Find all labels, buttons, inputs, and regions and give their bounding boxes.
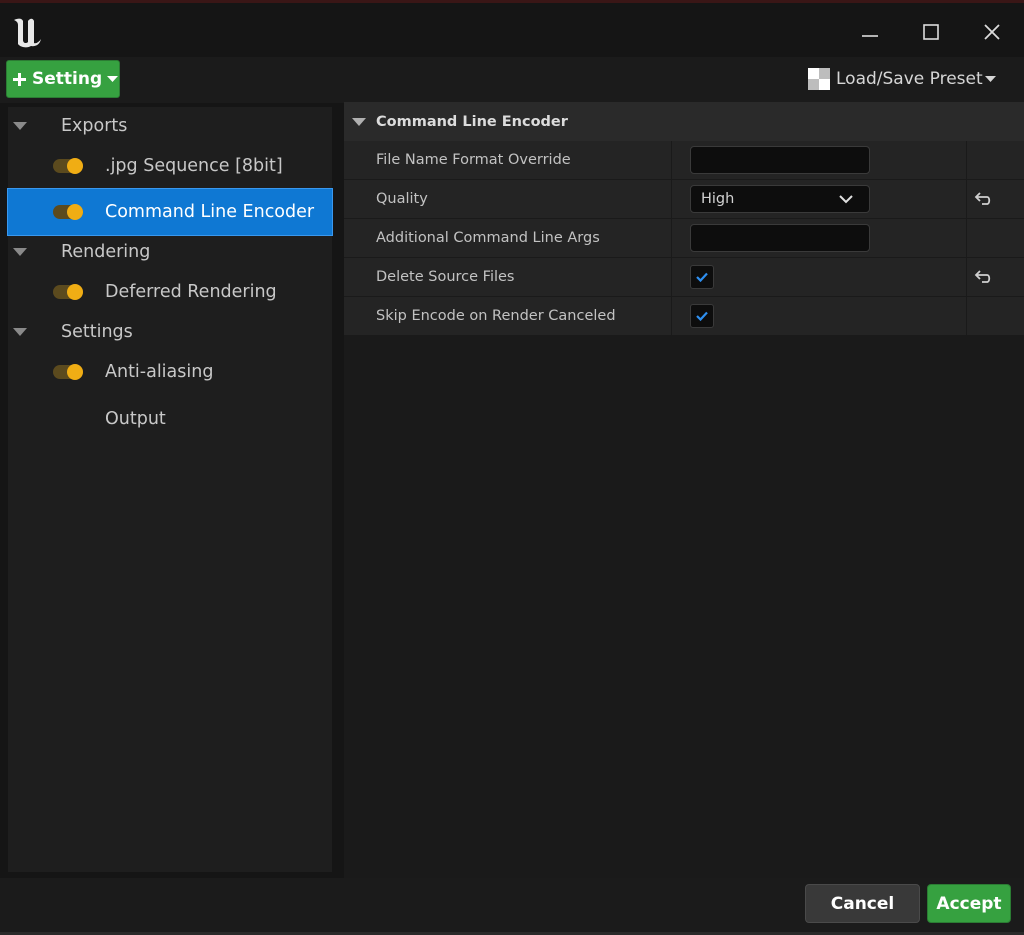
minimize-icon[interactable] xyxy=(855,17,885,47)
skip-encode-on-render-canceled-checkbox[interactable] xyxy=(690,304,714,328)
maximize-icon[interactable] xyxy=(916,17,946,47)
section-title: Command Line Encoder xyxy=(376,113,568,130)
toggle-knob xyxy=(67,364,83,380)
column-divider xyxy=(671,297,672,335)
expand-arrow-icon[interactable] xyxy=(13,122,27,130)
tree-item-jpg-sequence[interactable]: .jpg Sequence [8bit] xyxy=(8,143,332,189)
add-setting-label: Setting xyxy=(32,69,103,89)
quality-dropdown-value: High xyxy=(701,191,735,207)
property-row-file-name-format-override: File Name Format Override xyxy=(344,141,1024,180)
column-divider xyxy=(966,141,967,179)
reset-to-default-icon[interactable] xyxy=(972,189,994,209)
chevron-down-icon xyxy=(839,195,853,204)
settings-tree: Exports .jpg Sequence [8bit] Command Lin… xyxy=(7,107,333,872)
property-label: Quality xyxy=(376,191,428,207)
property-label: File Name Format Override xyxy=(376,152,571,168)
tree-item-label: Deferred Rendering xyxy=(105,282,277,302)
preset-label: Load/Save Preset xyxy=(836,69,983,89)
tree-item-label: .jpg Sequence [8bit] xyxy=(105,156,283,176)
details-panel: Command Line Encoder File Name Format Ov… xyxy=(344,102,1024,878)
reset-to-default-icon[interactable] xyxy=(972,267,994,287)
expand-arrow-icon[interactable] xyxy=(13,248,27,256)
tree-group-rendering[interactable]: Rendering xyxy=(8,233,332,271)
unreal-logo-icon xyxy=(9,13,47,51)
preset-checker-icon xyxy=(808,68,830,90)
column-divider xyxy=(966,180,967,218)
dialog-footer: Cancel Accept xyxy=(0,878,1024,935)
caret-down-icon xyxy=(107,76,119,82)
tree-item-command-line-encoder[interactable]: Command Line Encoder xyxy=(7,188,333,236)
title-bar xyxy=(0,3,1024,57)
delete-source-files-checkbox[interactable] xyxy=(690,265,714,289)
accept-button[interactable]: Accept xyxy=(927,884,1011,923)
property-label: Delete Source Files xyxy=(376,269,515,285)
property-label: Additional Command Line Args xyxy=(376,230,600,246)
property-row-delete-source-files: Delete Source Files xyxy=(344,258,1024,297)
tree-group-label: Rendering xyxy=(61,242,151,262)
property-label: Skip Encode on Render Canceled xyxy=(376,308,616,324)
enable-toggle[interactable] xyxy=(53,204,83,220)
column-divider xyxy=(966,219,967,257)
additional-command-line-args-input[interactable] xyxy=(690,224,870,252)
load-save-preset-button[interactable]: Load/Save Preset xyxy=(808,65,996,93)
tree-group-settings[interactable]: Settings xyxy=(8,313,332,351)
tree-item-output[interactable]: Output xyxy=(8,396,332,442)
collapse-arrow-icon[interactable] xyxy=(352,118,366,126)
file-name-format-override-input[interactable] xyxy=(690,146,870,174)
tree-item-label: Command Line Encoder xyxy=(105,202,315,222)
add-setting-button[interactable]: Setting xyxy=(6,60,120,98)
column-divider xyxy=(671,141,672,179)
enable-toggle[interactable] xyxy=(53,364,83,380)
toolbar: Setting Load/Save Preset xyxy=(0,57,1024,103)
column-divider xyxy=(671,258,672,296)
toggle-knob xyxy=(67,284,83,300)
quality-dropdown[interactable]: High xyxy=(690,185,870,213)
tree-group-label: Exports xyxy=(61,116,128,136)
property-row-quality: Quality High xyxy=(344,180,1024,219)
column-divider xyxy=(966,297,967,335)
section-header[interactable]: Command Line Encoder xyxy=(344,102,1024,141)
tree-item-deferred-rendering[interactable]: Deferred Rendering xyxy=(8,269,332,315)
caret-down-icon xyxy=(984,76,996,82)
property-row-additional-command-line-args: Additional Command Line Args xyxy=(344,219,1024,258)
toggle-knob xyxy=(67,204,83,220)
expand-arrow-icon[interactable] xyxy=(13,328,27,336)
tree-group-exports[interactable]: Exports xyxy=(8,107,332,145)
tree-item-label: Anti-aliasing xyxy=(105,362,214,382)
column-divider xyxy=(671,219,672,257)
close-icon[interactable] xyxy=(977,17,1007,47)
tree-item-anti-aliasing[interactable]: Anti-aliasing xyxy=(8,349,332,395)
enable-toggle[interactable] xyxy=(53,284,83,300)
enable-toggle[interactable] xyxy=(53,158,83,174)
plus-icon xyxy=(13,72,26,86)
column-divider xyxy=(966,258,967,296)
column-divider xyxy=(671,180,672,218)
checkmark-icon xyxy=(696,272,708,283)
property-row-skip-encode-on-render-canceled: Skip Encode on Render Canceled xyxy=(344,297,1024,336)
tree-item-label: Output xyxy=(105,409,166,429)
tree-group-label: Settings xyxy=(61,322,133,342)
cancel-button[interactable]: Cancel xyxy=(805,884,920,923)
toggle-knob xyxy=(67,158,83,174)
checkmark-icon xyxy=(696,311,708,322)
